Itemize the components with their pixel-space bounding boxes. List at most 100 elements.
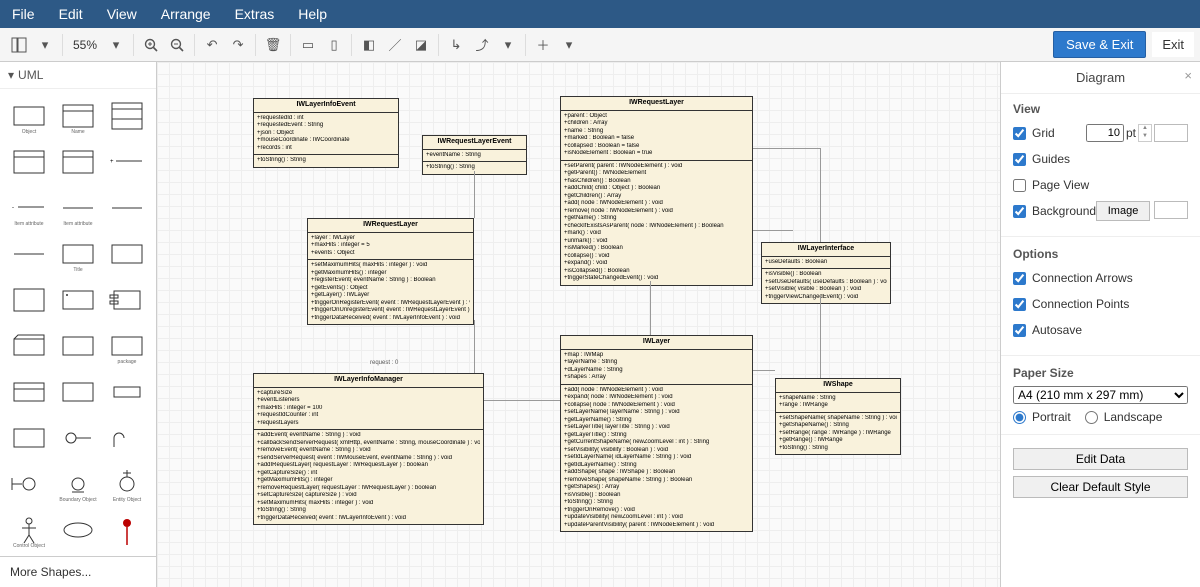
connector[interactable] xyxy=(753,370,775,371)
waypoint-icon[interactable]: ⤴ xyxy=(469,32,495,58)
uml-class-IWRequestLayerEvent[interactable]: IWRequestLayerEvent+eventName : String+t… xyxy=(422,135,527,175)
connector[interactable] xyxy=(753,148,821,149)
shape-thumbnail[interactable] xyxy=(6,279,51,321)
shape-thumbnail[interactable] xyxy=(105,279,150,321)
uml-class-IWLayerInfoEvent[interactable]: IWLayerInfoEvent+requestedId : int+reque… xyxy=(253,98,399,168)
uml-class-IWRequestLayer_top[interactable]: IWRequestLayer+parent : Object+children … xyxy=(560,96,753,286)
close-icon[interactable]: × xyxy=(1184,68,1192,83)
sidebar-title[interactable]: ▾UML xyxy=(0,62,156,89)
menu-view[interactable]: View xyxy=(107,6,137,22)
connector[interactable] xyxy=(820,296,821,378)
shape-thumbnail[interactable] xyxy=(6,371,51,413)
to-front-icon[interactable]: ▭ xyxy=(295,32,321,58)
exit-button[interactable]: Exit xyxy=(1152,32,1194,57)
undo-icon[interactable]: ↶ xyxy=(199,32,225,58)
uml-class-IWLayerInterface[interactable]: IWLayerInterface+useDefaults : Boolean+i… xyxy=(761,242,891,304)
connector[interactable] xyxy=(753,230,793,231)
shape-thumbnail[interactable]: package xyxy=(105,325,150,367)
background-image-button[interactable]: Image xyxy=(1096,201,1150,221)
background-checkbox[interactable] xyxy=(1013,205,1026,218)
shape-thumbnail[interactable] xyxy=(6,233,51,275)
connector[interactable] xyxy=(820,148,821,242)
connector[interactable] xyxy=(650,281,651,335)
shape-thumbnail[interactable] xyxy=(55,279,100,321)
edit-data-button[interactable]: Edit Data xyxy=(1013,448,1188,470)
shape-thumbnail[interactable]: Title xyxy=(55,233,100,275)
svg-text:Object: Object xyxy=(21,129,36,135)
line-color-icon[interactable]: ／ xyxy=(382,32,408,58)
shape-thumbnail[interactable] xyxy=(55,509,100,551)
guides-checkbox[interactable] xyxy=(1013,153,1026,166)
shadow-icon[interactable]: ◪ xyxy=(408,32,434,58)
canvas[interactable]: IWLayerInfoEvent+requestedId : int+reque… xyxy=(157,62,1000,587)
connector[interactable] xyxy=(484,400,560,401)
menu-edit[interactable]: Edit xyxy=(59,6,83,22)
shape-thumbnail[interactable] xyxy=(105,187,150,229)
shape-thumbnail[interactable]: Item attribute xyxy=(55,187,100,229)
menu-arrange[interactable]: Arrange xyxy=(161,6,211,22)
shape-thumbnail[interactable] xyxy=(6,325,51,367)
uml-class-IWLayer[interactable]: IWLayer+map : IWMap+layerName : String+d… xyxy=(560,335,753,532)
shape-thumbnail[interactable]: Object xyxy=(6,95,51,137)
shape-thumbnail[interactable] xyxy=(55,325,100,367)
grid-color-swatch[interactable] xyxy=(1154,124,1188,142)
connection-icon[interactable]: ↳ xyxy=(443,32,469,58)
menu-extras[interactable]: Extras xyxy=(235,6,275,22)
uml-class-IWLayerInfoManager[interactable]: IWLayerInfoManager+captureSize+eventList… xyxy=(253,373,484,525)
shape-thumbnail[interactable]: + xyxy=(105,141,150,183)
shape-thumbnail[interactable] xyxy=(55,417,100,459)
uml-class-IWShape[interactable]: IWShape+shapeName : String+range : IWRan… xyxy=(775,378,901,455)
menu-file[interactable]: File xyxy=(12,6,35,22)
menu-help[interactable]: Help xyxy=(298,6,327,22)
grid-stepper[interactable]: ▲▼ xyxy=(1138,124,1152,142)
shape-thumbnail[interactable]: Control Object xyxy=(6,509,51,551)
to-back-icon[interactable]: ▯ xyxy=(321,32,347,58)
portrait-radio[interactable] xyxy=(1013,411,1026,424)
fill-color-icon[interactable]: ◧ xyxy=(356,32,382,58)
shape-thumbnail[interactable] xyxy=(105,233,150,275)
conn-arrows-checkbox[interactable] xyxy=(1013,272,1026,285)
zoom-out-icon[interactable] xyxy=(164,32,190,58)
shape-thumbnail[interactable] xyxy=(55,141,100,183)
connector[interactable] xyxy=(474,171,475,218)
svg-text:Title: Title xyxy=(73,267,82,273)
shape-thumbnail[interactable] xyxy=(105,95,150,137)
shape-thumbnail[interactable] xyxy=(6,417,51,459)
svg-text:Item attribute: Item attribute xyxy=(63,221,92,227)
shape-thumbnail[interactable] xyxy=(105,417,150,459)
pageview-checkbox[interactable] xyxy=(1013,179,1026,192)
grid-checkbox[interactable] xyxy=(1013,127,1026,140)
shape-thumbnail[interactable] xyxy=(105,371,150,413)
more-shapes-button[interactable]: More Shapes... xyxy=(0,556,156,587)
view-mode-icon[interactable] xyxy=(6,32,32,58)
zoom-in-icon[interactable] xyxy=(138,32,164,58)
redo-icon[interactable]: ↷ xyxy=(225,32,251,58)
background-color-swatch[interactable] xyxy=(1154,201,1188,219)
clear-style-button[interactable]: Clear Default Style xyxy=(1013,476,1188,498)
add-icon[interactable]: ＋ xyxy=(530,32,556,58)
chevron-down-icon[interactable]: ▾ xyxy=(556,32,582,58)
shape-thumbnail[interactable]: Boundary Object xyxy=(55,463,100,505)
shape-thumbnail[interactable]: Name xyxy=(55,95,100,137)
connector[interactable] xyxy=(474,320,475,373)
zoom-level[interactable]: 55% xyxy=(67,38,103,52)
chevron-down-icon[interactable]: ▾ xyxy=(103,32,129,58)
shape-thumbnail[interactable] xyxy=(55,371,100,413)
shape-thumbnail[interactable] xyxy=(6,141,51,183)
grid-size-input[interactable] xyxy=(1086,124,1124,142)
shape-thumbnail[interactable] xyxy=(105,509,150,551)
chevron-down-icon[interactable]: ▾ xyxy=(495,32,521,58)
svg-text:Name: Name xyxy=(71,129,85,135)
panel-title: Diagram × xyxy=(1001,62,1200,94)
shape-thumbnail[interactable]: Entity Object xyxy=(105,463,150,505)
chevron-down-icon[interactable]: ▾ xyxy=(32,32,58,58)
paper-size-select[interactable]: A4 (210 mm x 297 mm) xyxy=(1013,386,1188,404)
shape-thumbnail[interactable]: -Item attribute xyxy=(6,187,51,229)
delete-icon[interactable]: 🗑 xyxy=(260,32,286,58)
landscape-radio[interactable] xyxy=(1085,411,1098,424)
uml-class-IWRequestLayer_mid[interactable]: IWRequestLayer+layer : IWLayer+maxHits :… xyxy=(307,218,474,325)
shape-thumbnail[interactable] xyxy=(6,463,51,505)
autosave-checkbox[interactable] xyxy=(1013,324,1026,337)
conn-points-checkbox[interactable] xyxy=(1013,298,1026,311)
save-exit-button[interactable]: Save & Exit xyxy=(1053,31,1146,58)
